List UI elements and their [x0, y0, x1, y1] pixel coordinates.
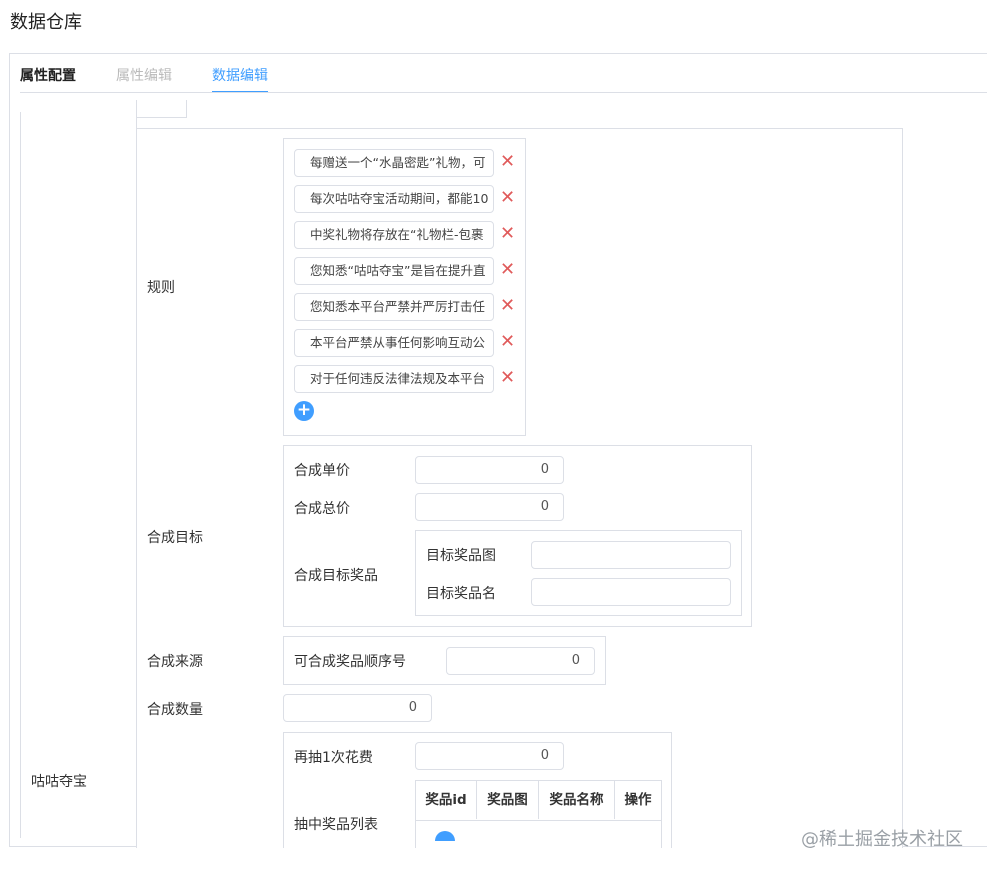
prize-name-label: 目标奖品名 — [426, 586, 496, 602]
total-price-label: 合成总价 — [294, 501, 350, 517]
prize-order-label: 可合成奖品顺序号 — [294, 654, 406, 670]
table-header-divider — [416, 820, 661, 821]
rule-input-3[interactable]: 中奖礼物将存放在“礼物栏-包裹 — [294, 221, 494, 249]
prize-name-input[interactable] — [531, 578, 731, 606]
close-icon[interactable]: ✕ — [500, 261, 515, 279]
section-label: 咕咕夺宝 — [31, 774, 87, 790]
page-title: 数据仓库 — [10, 12, 82, 33]
tab-attribute-config[interactable]: 属性配置 — [20, 65, 76, 85]
tab-attribute-edit[interactable]: 属性编辑 — [116, 65, 172, 85]
prize-image-input[interactable] — [531, 541, 731, 569]
column-header-prize-id: 奖品id — [416, 781, 477, 819]
total-price-input[interactable]: 0 — [415, 493, 564, 521]
add-prize-plus-icon[interactable] — [435, 831, 455, 841]
synthesis-source-label: 合成来源 — [147, 654, 203, 670]
rule-input-5[interactable]: 您知悉本平台严禁并严厉打击任 — [294, 293, 494, 321]
prize-image-label: 目标奖品图 — [426, 548, 496, 564]
rule-input-7[interactable]: 对于任何违反法律法规及本平台 — [294, 365, 494, 393]
rules-label: 规则 — [147, 280, 175, 296]
watermark: @稀土掘金技术社区 — [801, 829, 963, 850]
prize-order-input[interactable]: 0 — [446, 647, 595, 675]
prize-list-label: 抽中奖品列表 — [294, 817, 378, 833]
prize-list-table: 奖品id 奖品图 奖品名称 操作 — [415, 780, 662, 848]
close-icon[interactable]: ✕ — [500, 297, 515, 315]
rule-input-1[interactable]: 每赠送一个“水晶密匙”礼物，可 — [294, 149, 494, 177]
column-header-prize-image: 奖品图 — [477, 781, 539, 819]
tab-data-edit[interactable]: 数据编辑 — [212, 65, 268, 85]
outer-frame-left — [20, 112, 21, 838]
column-header-prize-name: 奖品名称 — [539, 781, 615, 819]
rule-input-2[interactable]: 每次咕咕夺宝活动期间，都能10 — [294, 185, 494, 213]
unit-price-label: 合成单价 — [294, 463, 350, 479]
rule-input-4[interactable]: 您知悉“咕咕夺宝”是旨在提升直 — [294, 257, 494, 285]
close-icon[interactable]: ✕ — [500, 153, 515, 171]
rule-input-6[interactable]: 本平台严禁从事任何影响互动公 — [294, 329, 494, 357]
close-icon[interactable]: ✕ — [500, 189, 515, 207]
column-header-actions: 操作 — [624, 792, 652, 808]
redraw-cost-label: 再抽1次花费 — [294, 750, 373, 766]
synthesis-count-label: 合成数量 — [147, 702, 203, 718]
synthesis-count-input[interactable]: 0 — [283, 694, 432, 722]
target-prize-label: 合成目标奖品 — [294, 568, 378, 584]
unit-price-input[interactable]: 0 — [415, 456, 564, 484]
synthesis-target-label: 合成目标 — [147, 530, 203, 546]
close-icon[interactable]: ✕ — [500, 369, 515, 387]
redraw-cost-input[interactable]: 0 — [415, 742, 564, 770]
close-icon[interactable]: ✕ — [500, 225, 515, 243]
close-icon[interactable]: ✕ — [500, 333, 515, 351]
tabs-divider — [20, 92, 987, 93]
previous-field-fragment — [136, 100, 187, 118]
add-rule-plus-icon[interactable]: + — [294, 401, 314, 421]
